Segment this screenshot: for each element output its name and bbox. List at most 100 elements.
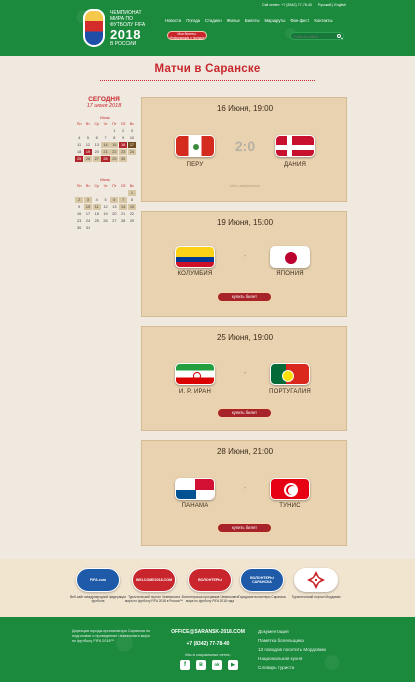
calendar-day[interactable]: 8 [110,135,118,141]
match-separator: • [243,486,247,492]
calendar-day[interactable]: 20 [110,211,118,217]
calendar-day[interactable]: 21 [119,211,127,217]
footer-link-reasons[interactable]: 13 поводов посетить Мордовию [258,646,348,655]
saransk-volunteers-partner-link[interactable]: ВОЛОНТЕРЫ САРАНСКА [240,568,284,592]
calendar-day[interactable]: 26 [83,156,93,163]
nav-item-stadium[interactable]: Стадион [205,18,222,23]
nav-item-housing[interactable]: Жилье [227,18,240,23]
fifa-com-partner-link[interactable]: FIFA.com [76,568,120,592]
calendar-day[interactable]: 10 [83,204,93,211]
calendar-day[interactable]: 21 [101,149,110,156]
calendar-day[interactable]: 30 [118,156,128,163]
calendar-day[interactable]: 15 [127,204,137,211]
calendar-day[interactable]: 9 [75,204,83,210]
calendar-day[interactable]: 3 [83,196,93,204]
calendar-day[interactable]: 6 [93,135,101,141]
facebook-icon[interactable]: f [180,660,190,670]
calendar-day[interactable]: 5 [84,135,92,141]
calendar-day[interactable]: 22 [128,211,136,217]
calendar-day[interactable]: 17 [84,211,92,217]
today-label: СЕГОДНЯ [88,96,120,103]
match-date: 25 Июня, 19:00 [216,333,274,342]
calendar-day[interactable]: 22 [110,149,119,156]
search-icon[interactable] [337,34,341,38]
nav-item-tickets[interactable]: Билеты [245,18,260,23]
mordovia-tourism-partner-link[interactable] [294,568,338,592]
calendar-day[interactable]: 27 [110,218,118,224]
nav-item-weather[interactable]: Погода [186,18,200,23]
footer-link-documents[interactable]: Документация [258,628,348,637]
calendar-day[interactable]: 17 [127,142,137,149]
calendar-day[interactable]: 29 [128,218,136,224]
calendar-day[interactable]: 18 [75,149,83,155]
calendar-day[interactable]: 1 [110,128,118,134]
vk-icon[interactable]: в [196,660,206,670]
my-tickets-button[interactable]: Мои билеты. Информация о поездке [167,31,207,40]
calendar-day[interactable]: 2 [75,196,84,204]
search-input[interactable] [294,34,334,39]
calendar-day[interactable]: 27 [92,156,101,163]
world-cup-emblem-logo[interactable] [83,9,105,47]
language-switcher[interactable]: Русский | English [318,3,346,7]
footer-link-dictionary[interactable]: Словарь туриста [258,664,348,673]
calendar-day[interactable]: 14 [118,204,128,211]
calendar-day[interactable]: 8 [128,197,136,203]
footer-link-fan-guide[interactable]: Памятка болельщика [258,637,348,646]
calendar-day[interactable]: 24 [84,218,92,224]
calendar-day[interactable]: 19 [83,149,93,156]
calendar-day[interactable]: 4 [75,135,83,141]
calendar-day[interactable]: 31 [84,225,92,231]
calendar-day[interactable]: 25 [75,156,84,163]
calendar-day[interactable]: 11 [92,204,101,211]
calendar-day[interactable]: 16 [75,211,83,217]
calendar-day[interactable]: 29 [110,156,119,163]
calendar-day[interactable]: 19 [101,211,109,217]
calendar-day[interactable]: 3 [128,128,136,134]
volunteers-partner-link[interactable]: ВОЛОНТЕРЫ [188,568,232,592]
footer-link-cuisine[interactable]: Национальная кухня [258,655,348,664]
nav-item-fan-fest[interactable]: Фан-фест [290,18,309,23]
calendar-day[interactable]: 4 [93,197,101,203]
calendar-day[interactable]: 20 [93,149,101,155]
calendar-day[interactable]: 30 [75,225,83,231]
site-header: Чемпионат мира по футболу FIFA 2018 в Ро… [0,0,415,56]
calendar-day[interactable]: 13 [110,204,118,210]
calendar-day[interactable]: 12 [84,142,92,148]
calendar-day[interactable]: 28 [101,156,110,163]
calendar-day[interactable]: 6 [110,196,119,204]
calendar-day[interactable]: 15 [110,142,119,149]
brand-year: 2018 [110,27,141,42]
nav-item-news[interactable]: Новости [165,18,181,23]
buy-ticket-button[interactable]: купить билет [217,292,272,302]
calendar-month-title: Июль [100,178,110,182]
youtube-icon[interactable]: ▶ [228,660,238,670]
calendar-day[interactable]: 23 [118,149,128,156]
odnoklassniki-icon[interactable]: ok [212,660,222,670]
calendar-day[interactable]: 7 [101,135,109,141]
calendar-day[interactable]: 10 [128,135,136,141]
welcome2018-partner-link[interactable]: WELCOME2018.COM [132,568,176,592]
buy-ticket-button[interactable]: купить билет [217,408,272,418]
calendar-day[interactable]: 18 [93,211,101,217]
calendar-day[interactable]: 7 [118,196,128,204]
calendar-day[interactable]: 5 [101,197,109,203]
calendar-day[interactable]: 9 [119,135,127,141]
calendar-day[interactable]: 14 [101,142,110,149]
buy-ticket-button[interactable]: купить билет [217,523,272,533]
calendar-day[interactable]: 25 [93,218,101,224]
nav-item-routes[interactable]: Маршруты [265,18,286,23]
calendar-day[interactable]: 26 [101,218,109,224]
calendar-day[interactable]: 28 [119,218,127,224]
calendar-day[interactable]: 24 [127,149,137,156]
calendar-day[interactable]: 23 [75,218,83,224]
calendar-day[interactable]: 2 [119,128,127,134]
portugal-flag-icon [270,363,310,385]
calendar-day[interactable]: 16 [118,142,128,149]
calendar-day[interactable]: 1 [127,189,137,197]
footer-email-link[interactable]: OFFICE@SARANSK-2018.COM [166,629,250,635]
calendar-day[interactable]: 11 [75,142,83,148]
nav-item-contacts[interactable]: Контакты [314,18,332,23]
calendar-weekday: Пт [112,184,117,188]
calendar-day[interactable]: 13 [93,142,101,148]
calendar-day[interactable]: 12 [101,204,109,210]
